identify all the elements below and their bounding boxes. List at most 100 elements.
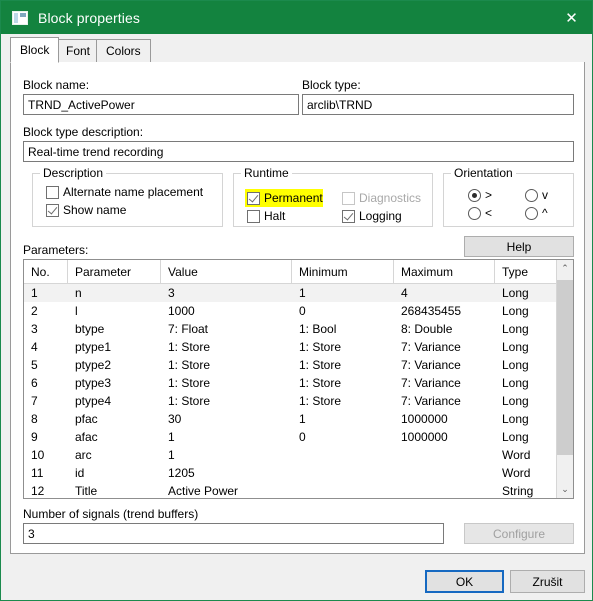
checkbox-alternate-name-placement[interactable]: Alternate name placement [46,185,203,199]
tab-colors[interactable]: Colors [96,39,151,63]
cell-no[interactable]: 9 [24,428,68,446]
cell-type[interactable]: Long [495,428,557,446]
table-row[interactable]: 5 ptype2 1: Store 1: Store 7: Variance Long [24,356,573,374]
cell-minimum[interactable]: 1 [292,410,394,428]
cell-no[interactable]: 1 [24,284,68,302]
cell-type[interactable]: Long [495,392,557,410]
cell-value[interactable]: 1 [161,446,292,464]
cell-no[interactable]: 4 [24,338,68,356]
cell-minimum[interactable]: 1: Store [292,374,394,392]
table-row[interactable]: 8 pfac 30 1 1000000 Long [24,410,573,428]
cell-minimum[interactable]: 1: Store [292,392,394,410]
cell-maximum[interactable]: 268435455 [394,302,495,320]
cell-maximum[interactable]: 1000000 [394,428,495,446]
cell-value[interactable]: 1 [161,428,292,446]
cell-value[interactable]: 1: Store [161,392,292,410]
cell-maximum[interactable]: 8: Double [394,320,495,338]
cancel-button[interactable]: Zrušit [510,570,585,593]
cell-value[interactable]: 1: Store [161,374,292,392]
cell-minimum[interactable]: 0 [292,428,394,446]
cell-minimum[interactable]: 1: Store [292,338,394,356]
help-button[interactable]: Help [464,236,574,257]
cell-minimum[interactable]: 1: Store [292,356,394,374]
cell-parameter[interactable]: id [68,464,161,482]
number-of-signals-input[interactable]: 3 [23,523,444,544]
scrollbar-thumb[interactable] [557,280,573,455]
cell-value[interactable]: 7: Float [161,320,292,338]
cell-no[interactable]: 6 [24,374,68,392]
checkbox-halt[interactable]: Halt [247,209,285,223]
table-row[interactable]: 10 arc 1 Word [24,446,573,464]
cell-parameter[interactable]: pfac [68,410,161,428]
cell-no[interactable]: 2 [24,302,68,320]
tab-block[interactable]: Block [10,37,60,63]
cell-value[interactable]: Active Power [161,482,292,498]
table-row[interactable]: 4 ptype1 1: Store 1: Store 7: Variance Long [24,338,573,356]
cell-value[interactable]: 3 [161,284,292,302]
cell-maximum[interactable]: 7: Variance [394,338,495,356]
cell-type[interactable]: Word [495,464,557,482]
cell-no[interactable]: 7 [24,392,68,410]
cell-parameter[interactable]: l [68,302,161,320]
parameters-grid-scrollbar[interactable]: ⌃ ⌄ [556,260,573,498]
cell-type[interactable]: Long [495,410,557,428]
cell-maximum[interactable] [394,446,495,464]
column-header-parameter[interactable]: Parameter [68,260,161,283]
ok-button[interactable]: OK [425,570,504,593]
cell-parameter[interactable]: btype [68,320,161,338]
cell-no[interactable]: 5 [24,356,68,374]
close-button[interactable]: ✕ [549,1,592,34]
cell-maximum[interactable]: 7: Variance [394,356,495,374]
column-header-type[interactable]: Type [495,260,557,283]
radio-orientation-down[interactable]: v [525,188,548,202]
checkbox-show-name[interactable]: Show name [46,203,126,217]
cell-minimum[interactable] [292,482,394,498]
cell-no[interactable]: 3 [24,320,68,338]
cell-parameter[interactable]: ptype3 [68,374,161,392]
radio-orientation-up[interactable]: ^ [525,206,548,220]
table-row[interactable]: 6 ptype3 1: Store 1: Store 7: Variance Long [24,374,573,392]
column-header-maximum[interactable]: Maximum [394,260,495,283]
cell-maximum[interactable]: 4 [394,284,495,302]
cell-value[interactable]: 1: Store [161,356,292,374]
column-header-value[interactable]: Value [161,260,292,283]
cell-no[interactable]: 11 [24,464,68,482]
cell-maximum[interactable]: 7: Variance [394,392,495,410]
cell-parameter[interactable]: ptype4 [68,392,161,410]
cell-type[interactable]: Long [495,302,557,320]
column-header-no[interactable]: No. [24,260,68,283]
table-row[interactable]: 2 l 1000 0 268435455 Long [24,302,573,320]
table-row[interactable]: 12 Title Active Power String [24,482,573,498]
table-row[interactable]: 3 btype 7: Float 1: Bool 8: Double Long [24,320,573,338]
radio-orientation-left[interactable]: < [468,206,492,220]
cell-type[interactable]: Long [495,356,557,374]
table-row[interactable]: 9 afac 1 0 1000000 Long [24,428,573,446]
cell-type[interactable]: Long [495,374,557,392]
cell-maximum[interactable] [394,482,495,498]
cell-parameter[interactable]: afac [68,428,161,446]
cell-maximum[interactable]: 7: Variance [394,374,495,392]
tab-font[interactable]: Font [56,39,101,63]
cell-no[interactable]: 10 [24,446,68,464]
cell-parameter[interactable]: arc [68,446,161,464]
checkbox-permanent[interactable]: Permanent [247,191,323,205]
parameters-grid[interactable]: No. Parameter Value Minimum Maximum Type… [23,259,574,499]
cell-minimum[interactable]: 1 [292,284,394,302]
cell-parameter[interactable]: n [68,284,161,302]
radio-orientation-right[interactable]: > [468,188,492,202]
column-header-minimum[interactable]: Minimum [292,260,394,283]
cell-value[interactable]: 1000 [161,302,292,320]
cell-minimum[interactable]: 0 [292,302,394,320]
scroll-up-arrow-icon[interactable]: ⌃ [557,260,573,277]
table-row[interactable]: 11 id 1205 Word [24,464,573,482]
cell-type[interactable]: Long [495,284,557,302]
table-row[interactable]: 1 n 3 1 4 Long [24,284,573,302]
scroll-down-arrow-icon[interactable]: ⌄ [557,481,573,498]
cell-no[interactable]: 12 [24,482,68,498]
cell-value[interactable]: 30 [161,410,292,428]
cell-type[interactable]: Long [495,338,557,356]
cell-parameter[interactable]: Title [68,482,161,498]
block-type-description-input[interactable]: Real-time trend recording [23,141,574,162]
block-name-input[interactable]: TRND_ActivePower [23,94,299,115]
block-type-input[interactable]: arclib\TRND [302,94,574,115]
